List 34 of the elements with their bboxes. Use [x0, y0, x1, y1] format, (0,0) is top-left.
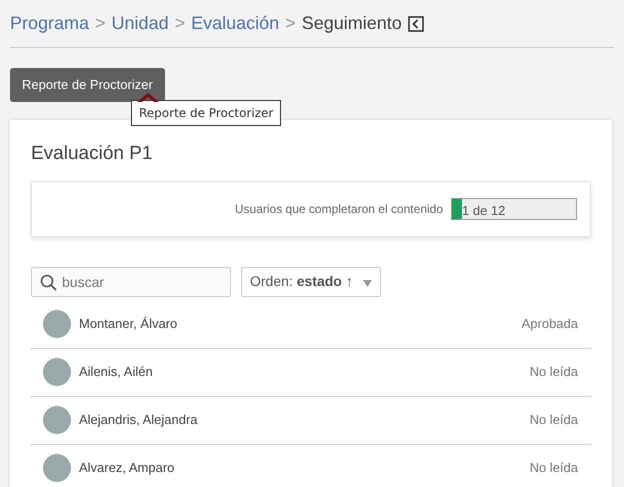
- breadcrumb-link[interactable]: Unidad: [112, 10, 169, 37]
- breadcrumb-separator: >: [285, 12, 296, 35]
- avatar-placeholder: [43, 358, 71, 386]
- user-row[interactable]: Montaner, Álvaro Aprobada: [31, 300, 591, 348]
- user-name: Montaner, Álvaro: [79, 315, 178, 334]
- user-row[interactable]: Ailenis, Ailén No leída: [31, 348, 591, 396]
- breadcrumb-separator: >: [95, 12, 106, 35]
- report-button[interactable]: Reporte de Proctorizer: [10, 68, 165, 102]
- user-row[interactable]: Alejandris, Alejandra No leída: [31, 396, 591, 444]
- breadcrumb-separator: >: [174, 12, 186, 35]
- progress-reading: 1 de 12: [462, 202, 506, 220]
- avatar-placeholder: [43, 406, 71, 434]
- breadcrumb-link[interactable]: Evaluación: [191, 10, 280, 37]
- sort-dropdown[interactable]: Orden: estado ↑: [241, 266, 381, 296]
- user-status: No leída: [530, 411, 578, 430]
- caret-icon: [362, 280, 372, 287]
- user-row[interactable]: Alvarez, Amparo No leída: [31, 444, 591, 487]
- user-status: Aprobada: [522, 315, 578, 334]
- collapse-icon[interactable]: [408, 16, 424, 32]
- avatar-placeholder: [43, 310, 71, 338]
- tooltip: Reporte de Proctorizer: [131, 100, 282, 126]
- breadcrumb-current: Seguimiento: [302, 12, 402, 35]
- user-status: No leída: [530, 459, 578, 478]
- user-name: Alvarez, Amparo: [79, 459, 174, 478]
- user-name: Alejandris, Alejandra: [79, 411, 198, 430]
- tooltip-caret-icon: [137, 93, 159, 102]
- search-icon: [40, 274, 57, 290]
- user-status: No leída: [530, 363, 578, 382]
- avatar-placeholder: [43, 454, 71, 482]
- card-title: Evaluación P1: [31, 142, 154, 166]
- completion-label: Usuarios que completaron el contenido: [234, 200, 443, 218]
- search-field[interactable]: buscar: [31, 266, 231, 296]
- breadcrumb-link[interactable]: Programa: [10, 10, 90, 37]
- user-name: Ailenis, Ailén: [79, 363, 153, 382]
